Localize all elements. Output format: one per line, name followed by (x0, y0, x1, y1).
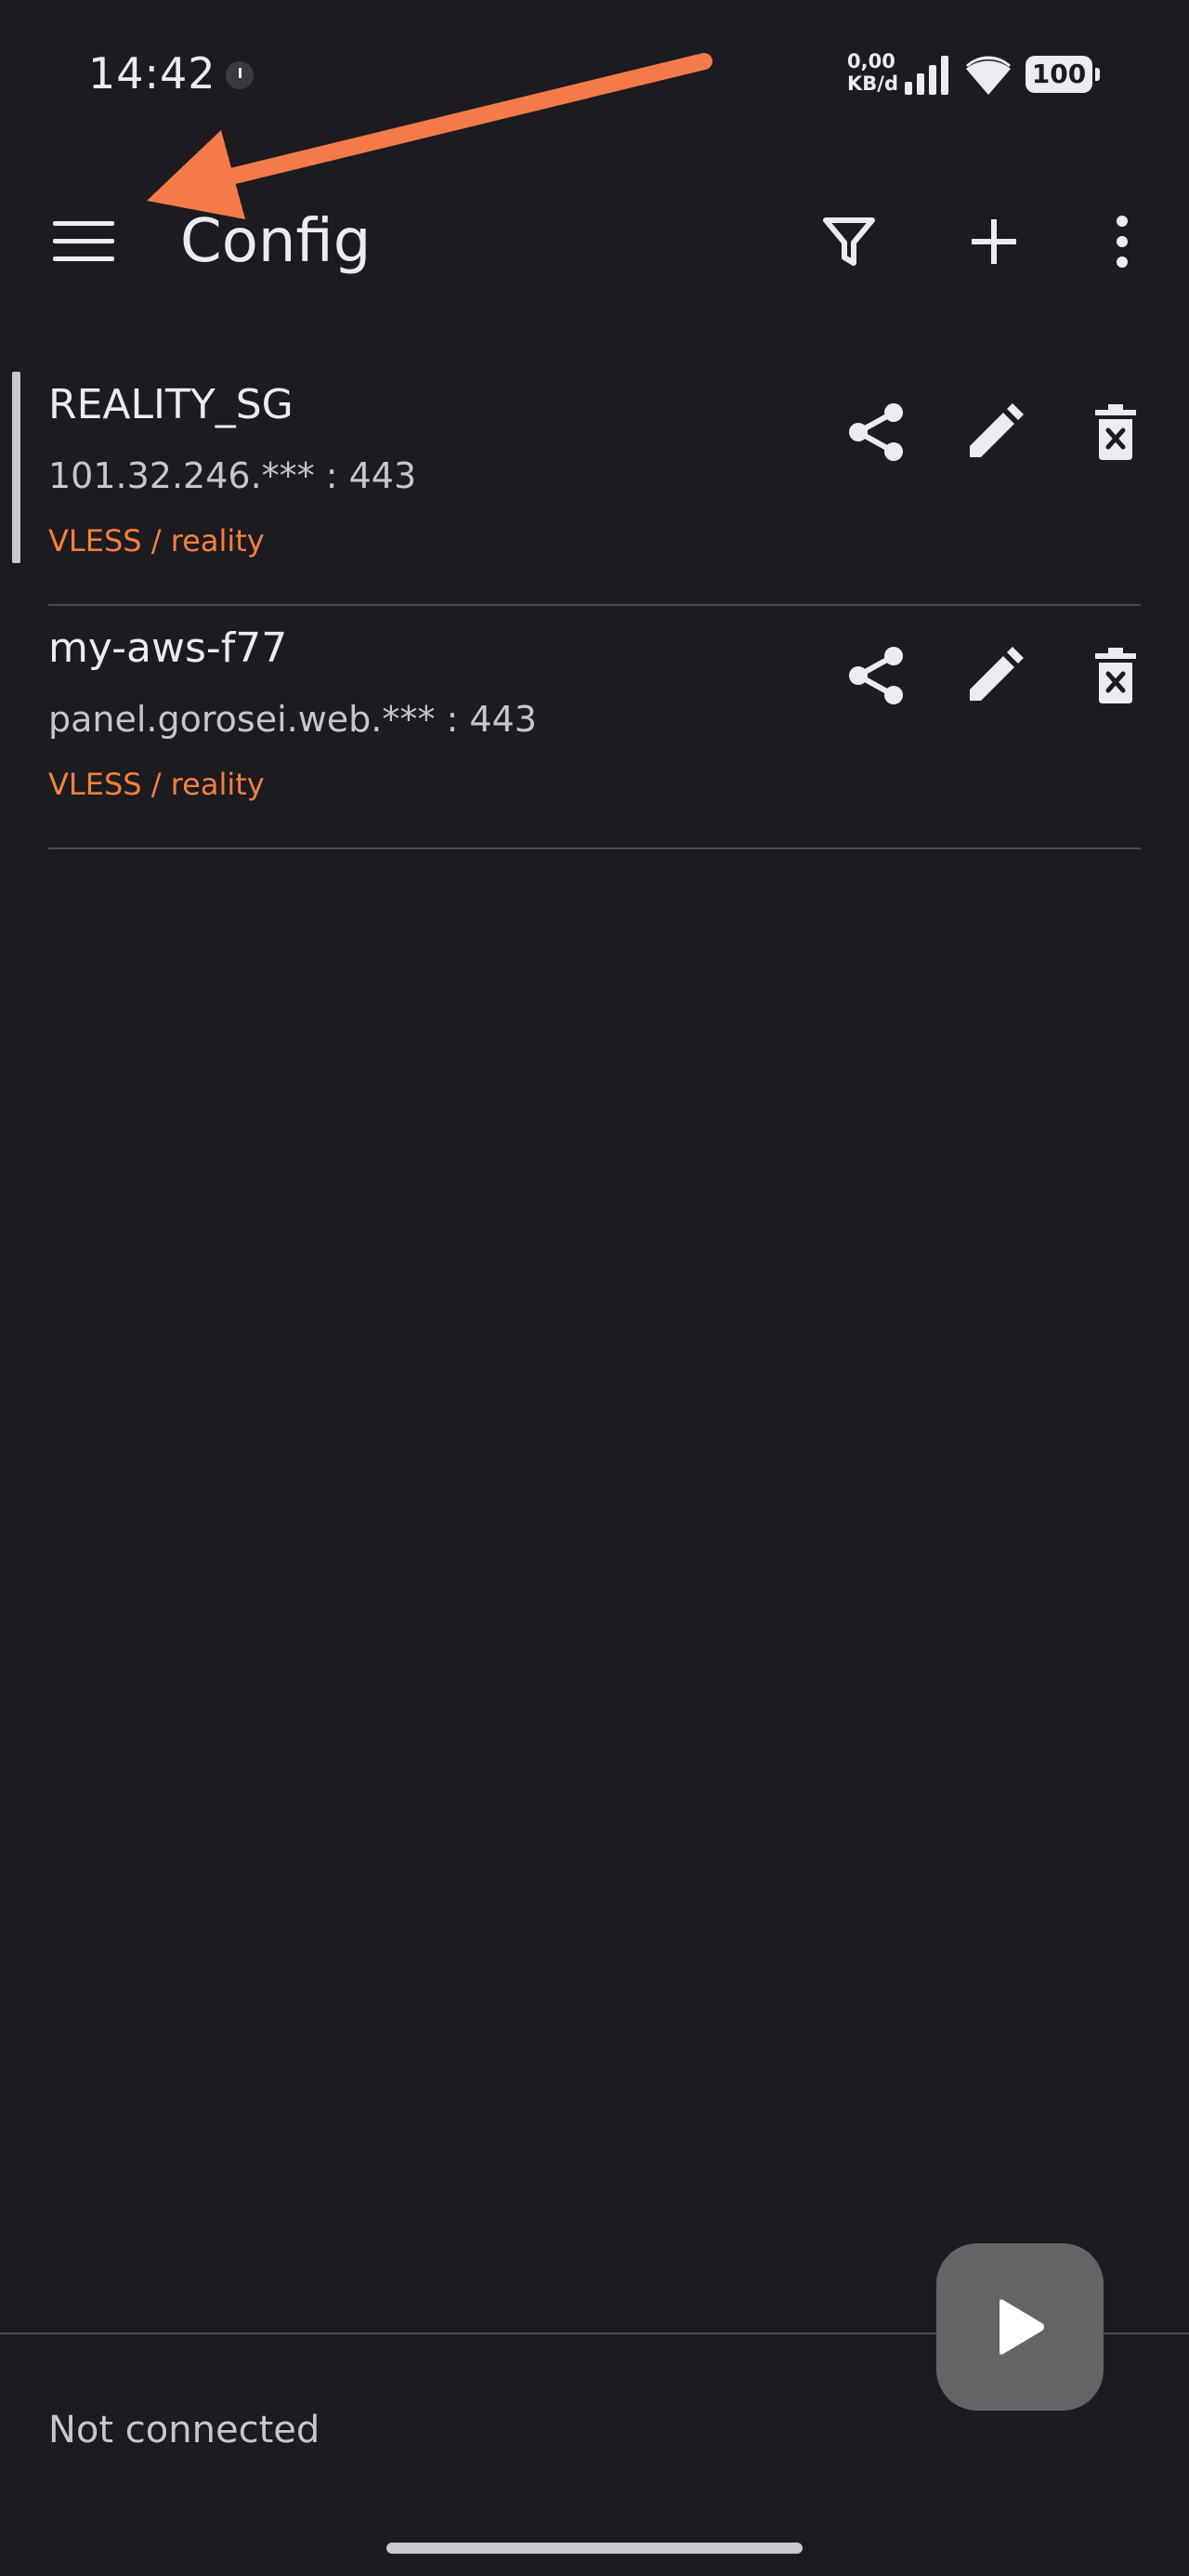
config-list: REALITY_SG 101.32.246.*** : 443 VLESS / … (0, 362, 1189, 849)
pencil-icon (970, 403, 1024, 457)
hamburger-menu-icon (53, 221, 114, 261)
config-protocol: VLESS / reality (48, 767, 265, 802)
filter-button[interactable] (803, 195, 895, 288)
config-item[interactable]: my-aws-f77 panel.gorosei.web.*** : 443 V… (0, 606, 1189, 849)
menu-button[interactable] (37, 195, 130, 288)
signal-icon (905, 56, 948, 95)
share-icon (849, 647, 903, 704)
config-item[interactable]: REALITY_SG 101.32.246.*** : 443 VLESS / … (0, 362, 1189, 606)
wifi-icon (966, 56, 1011, 95)
add-button[interactable] (947, 195, 1040, 288)
stopwatch-icon (226, 61, 254, 89)
edit-button[interactable] (953, 390, 1037, 474)
page-title: Config (180, 207, 372, 276)
status-bar: 14:42 0,00 KB/d 100 (0, 0, 1189, 149)
divider (48, 848, 1141, 849)
delete-button[interactable] (1074, 390, 1157, 474)
config-name: my-aws-f77 (48, 624, 288, 672)
trash-icon (1095, 404, 1136, 460)
connect-button[interactable] (936, 2243, 1104, 2411)
config-protocol: VLESS / reality (48, 523, 265, 559)
trash-icon (1095, 648, 1136, 703)
config-address: panel.gorosei.web.*** : 443 (48, 699, 537, 740)
share-button[interactable] (834, 634, 918, 717)
share-icon (849, 403, 903, 461)
share-button[interactable] (834, 390, 918, 474)
plus-icon (972, 219, 1016, 264)
screen: 14:42 0,00 KB/d 100 Config REALITY_SG 10… (0, 0, 1189, 2576)
battery-indicator: 100 (1026, 56, 1100, 93)
connection-status: Not connected (48, 2409, 320, 2451)
config-name: REALITY_SG (48, 381, 294, 428)
network-speed-value: 0,00 (847, 50, 895, 72)
play-icon (1000, 2299, 1044, 2355)
more-options-button[interactable] (1076, 195, 1169, 288)
home-indicator[interactable] (386, 2543, 803, 2554)
more-vertical-icon (1117, 216, 1128, 268)
app-bar: Config (0, 177, 1189, 297)
network-speed: 0,00 KB/d (847, 50, 898, 95)
status-time: 14:42 (88, 48, 216, 99)
delete-button[interactable] (1074, 634, 1157, 717)
config-address: 101.32.246.*** : 443 (48, 455, 417, 496)
filter-icon (823, 217, 875, 266)
pencil-icon (970, 647, 1024, 701)
edit-button[interactable] (953, 634, 1037, 717)
network-speed-unit: KB/d (847, 72, 898, 95)
